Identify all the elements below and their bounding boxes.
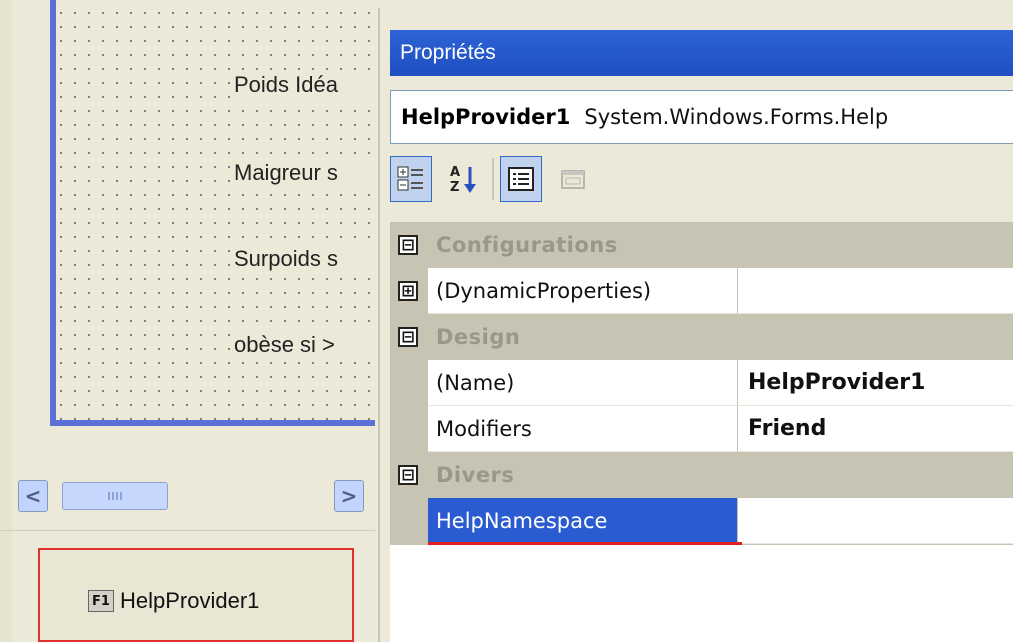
alphabetical-icon: A Z [450, 165, 476, 195]
form-label-poids-ideal[interactable]: Poids Idéa [232, 72, 372, 98]
category-label: Design [436, 325, 521, 349]
expand-icon[interactable]: ⊞ [398, 281, 418, 301]
scroll-right-button[interactable]: > [334, 480, 364, 512]
form-border-left [50, 0, 56, 426]
grip-icon [108, 492, 122, 500]
property-value[interactable] [738, 498, 1013, 544]
designer-edge [0, 0, 12, 642]
properties-button[interactable] [500, 156, 542, 202]
property-grid[interactable]: ⊟ Configurations ⊞ (DynamicProperties) ⊟… [390, 222, 1013, 642]
category-design[interactable]: ⊟ Design [390, 314, 1013, 360]
properties-title-bar[interactable]: Propriétés [390, 30, 1013, 76]
highlight-underline [428, 542, 742, 545]
category-label: Configurations [436, 233, 618, 257]
property-name[interactable]: (Name) [428, 360, 738, 406]
designer-pane: Poids Idéa Maigreur s Surpoids s obèse s… [0, 0, 375, 642]
events-button[interactable] [552, 156, 594, 202]
category-configurations[interactable]: ⊟ Configurations [390, 222, 1013, 268]
collapse-icon[interactable]: ⊟ [398, 235, 418, 255]
horizontal-scrollbar[interactable]: < > [18, 480, 368, 516]
property-row-modifiers[interactable]: Modifiers Friend [390, 406, 1013, 452]
scroll-left-icon: < [24, 484, 42, 508]
svg-text:Z: Z [450, 180, 459, 195]
form-label-maigreur[interactable]: Maigreur s [232, 160, 372, 186]
property-row-helpnamespace[interactable]: HelpNamespace [390, 498, 1013, 544]
alphabetical-button[interactable]: A Z [442, 156, 484, 202]
scroll-left-button[interactable]: < [18, 480, 48, 512]
tray-item-helpprovider[interactable]: F1 HelpProvider1 [88, 588, 259, 614]
scroll-right-icon: > [340, 484, 358, 508]
collapse-icon[interactable]: ⊟ [398, 327, 418, 347]
category-divers[interactable]: ⊟ Divers [390, 452, 1013, 498]
categorized-icon [397, 166, 423, 191]
categorized-button[interactable] [390, 156, 432, 202]
tray-item-label: HelpProvider1 [120, 588, 260, 613]
property-row-name[interactable]: (Name) HelpProvider1 [390, 360, 1013, 406]
category-label: Divers [436, 463, 515, 487]
component-tray: F1 HelpProvider1 [38, 548, 354, 642]
properties-title: Propriétés [400, 41, 496, 64]
svg-text:A: A [450, 165, 460, 180]
property-name[interactable]: Modifiers [428, 406, 738, 452]
property-value[interactable] [738, 268, 1013, 314]
form-design-surface[interactable] [50, 0, 375, 426]
object-name: HelpProvider1 [401, 105, 571, 129]
properties-toolbar: A Z [390, 150, 1013, 212]
component-tray-divider [0, 530, 375, 531]
property-name[interactable]: (DynamicProperties) [428, 268, 738, 314]
form-label-obese[interactable]: obèse si > [232, 332, 372, 358]
helpprovider-icon: F1 [88, 590, 114, 612]
events-icon [561, 170, 585, 189]
property-name-selected[interactable]: HelpNamespace [428, 498, 738, 544]
object-type: System.Windows.Forms.Help [584, 105, 889, 129]
form-border-bottom[interactable] [50, 420, 375, 426]
collapse-icon[interactable]: ⊟ [398, 465, 418, 485]
properties-icon [508, 167, 534, 191]
object-selector[interactable]: HelpProvider1 System.Windows.Forms.Help [390, 90, 1013, 144]
form-label-surpoids[interactable]: Surpoids s [232, 246, 372, 272]
scroll-thumb[interactable] [62, 482, 168, 510]
toolbar-separator [492, 158, 494, 200]
property-value[interactable]: HelpProvider1 [738, 360, 1013, 406]
property-row-dynamicproperties[interactable]: ⊞ (DynamicProperties) [390, 268, 1013, 314]
property-value[interactable]: Friend [738, 406, 1013, 452]
